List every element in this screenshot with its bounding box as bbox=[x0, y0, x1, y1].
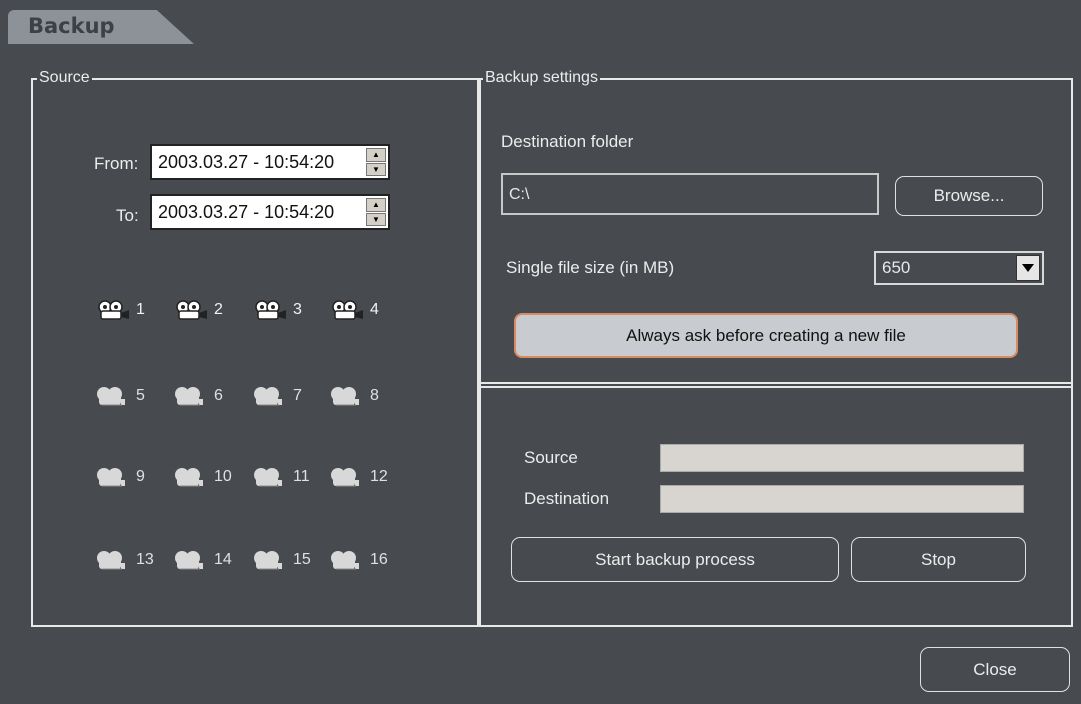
destination-folder-input[interactable]: C:\ bbox=[501, 173, 879, 215]
camera-16-toggle[interactable]: 16 bbox=[330, 549, 388, 571]
file-size-value: 650 bbox=[882, 258, 911, 277]
window-title: Backup bbox=[28, 14, 115, 38]
camera-3-toggle[interactable]: 3 bbox=[253, 300, 302, 320]
spin-up-icon[interactable]: ▲ bbox=[366, 148, 386, 162]
file-size-label: Single file size (in MB) bbox=[506, 258, 675, 277]
start-backup-button[interactable]: Start backup process bbox=[511, 537, 839, 582]
from-date-input[interactable]: 2003.03.27 - 10:54:20 ▲ ▼ bbox=[150, 144, 390, 180]
camera-8-toggle[interactable]: 8 bbox=[330, 385, 379, 407]
camera-number-label: 3 bbox=[293, 301, 302, 318]
spin-down-icon[interactable]: ▼ bbox=[366, 212, 386, 226]
camera-disabled-icon bbox=[330, 549, 366, 571]
title-bar: Backup bbox=[0, 0, 1081, 48]
destination-folder-label: Destination folder bbox=[501, 132, 634, 151]
camera-disabled-icon bbox=[330, 466, 366, 488]
camera-number-label: 2 bbox=[214, 301, 223, 318]
source-legend: Source bbox=[37, 68, 92, 88]
camera-12-toggle[interactable]: 12 bbox=[330, 466, 388, 488]
camera-2-toggle[interactable]: 2 bbox=[174, 300, 223, 320]
camera-13-toggle[interactable]: 13 bbox=[96, 549, 154, 571]
camera-7-toggle[interactable]: 7 bbox=[253, 385, 302, 407]
chevron-down-icon[interactable] bbox=[1016, 255, 1040, 281]
camera-11-toggle[interactable]: 11 bbox=[253, 466, 310, 488]
camera-icon bbox=[96, 300, 132, 320]
camera-number-label: 15 bbox=[293, 551, 311, 568]
camera-4-toggle[interactable]: 4 bbox=[330, 300, 379, 320]
camera-14-toggle[interactable]: 14 bbox=[174, 549, 232, 571]
to-date-value: 2003.03.27 - 10:54:20 bbox=[158, 202, 335, 222]
from-spinner[interactable]: ▲ ▼ bbox=[366, 148, 386, 176]
camera-disabled-icon bbox=[96, 549, 132, 571]
destination-folder-value: C:\ bbox=[509, 186, 530, 203]
camera-disabled-icon bbox=[96, 466, 132, 488]
spin-down-icon[interactable]: ▼ bbox=[366, 162, 386, 176]
camera-number-label: 5 bbox=[136, 387, 145, 404]
camera-number-label: 10 bbox=[214, 468, 232, 485]
camera-icon bbox=[330, 300, 366, 320]
browse-button[interactable]: Browse... bbox=[895, 176, 1043, 216]
camera-5-toggle[interactable]: 5 bbox=[96, 385, 145, 407]
to-date-input[interactable]: 2003.03.27 - 10:54:20 ▲ ▼ bbox=[150, 194, 390, 230]
always-ask-toggle-button[interactable]: Always ask before creating a new file bbox=[514, 313, 1018, 358]
to-label: To: bbox=[116, 206, 139, 225]
camera-icon bbox=[253, 300, 289, 320]
camera-icon bbox=[174, 300, 210, 320]
to-spinner[interactable]: ▲ ▼ bbox=[366, 198, 386, 226]
source-progress-bar bbox=[660, 444, 1024, 472]
camera-disabled-icon bbox=[96, 385, 132, 407]
from-label: From: bbox=[94, 154, 139, 173]
destination-progress-bar bbox=[660, 485, 1024, 513]
camera-6-toggle[interactable]: 6 bbox=[174, 385, 223, 407]
from-date-value: 2003.03.27 - 10:54:20 bbox=[158, 152, 335, 172]
camera-number-label: 12 bbox=[370, 468, 388, 485]
camera-9-toggle[interactable]: 9 bbox=[96, 466, 145, 488]
camera-number-label: 1 bbox=[136, 301, 145, 318]
camera-number-label: 14 bbox=[214, 551, 232, 568]
camera-10-toggle[interactable]: 10 bbox=[174, 466, 232, 488]
camera-disabled-icon bbox=[253, 466, 289, 488]
camera-disabled-icon bbox=[330, 385, 366, 407]
close-button[interactable]: Close bbox=[920, 647, 1070, 692]
stop-button[interactable]: Stop bbox=[851, 537, 1026, 582]
camera-15-toggle[interactable]: 15 bbox=[253, 549, 311, 571]
camera-number-label: 16 bbox=[370, 551, 388, 568]
camera-number-label: 11 bbox=[293, 468, 310, 485]
camera-disabled-icon bbox=[253, 549, 289, 571]
progress-destination-label: Destination bbox=[524, 489, 610, 508]
camera-number-label: 7 bbox=[293, 387, 302, 404]
camera-disabled-icon bbox=[174, 466, 210, 488]
camera-number-label: 8 bbox=[370, 387, 379, 404]
progress-source-label: Source bbox=[524, 448, 578, 467]
backup-settings-legend: Backup settings bbox=[483, 68, 600, 88]
file-size-select[interactable]: 650 bbox=[874, 251, 1044, 285]
camera-disabled-icon bbox=[253, 385, 289, 407]
camera-number-label: 4 bbox=[370, 301, 379, 318]
camera-number-label: 6 bbox=[214, 387, 223, 404]
camera-1-toggle[interactable]: 1 bbox=[96, 300, 145, 320]
spin-up-icon[interactable]: ▲ bbox=[366, 198, 386, 212]
camera-number-label: 13 bbox=[136, 551, 154, 568]
camera-disabled-icon bbox=[174, 549, 210, 571]
camera-disabled-icon bbox=[174, 385, 210, 407]
camera-number-label: 9 bbox=[136, 468, 145, 485]
